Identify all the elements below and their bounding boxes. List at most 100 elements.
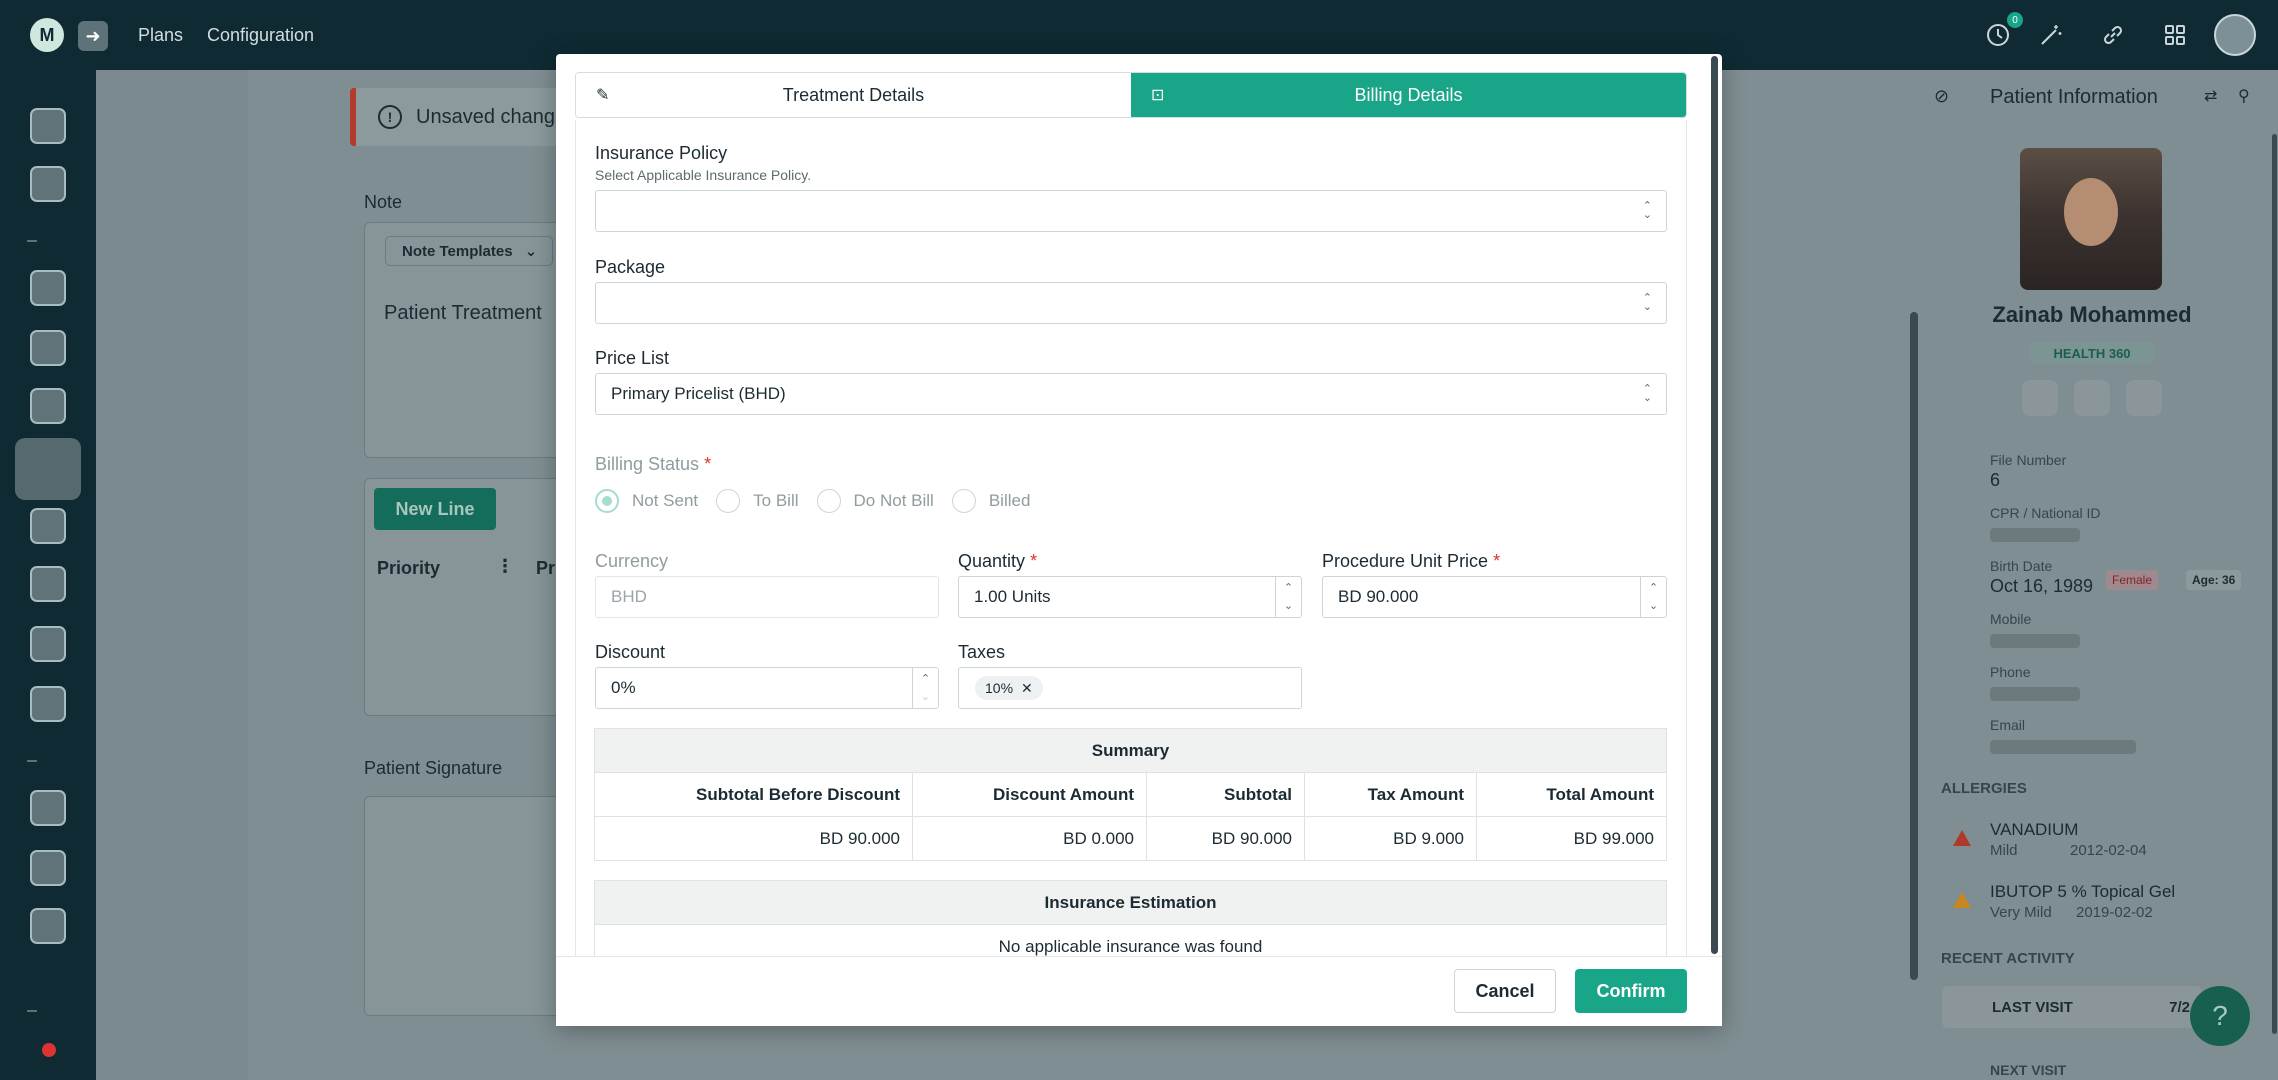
chevron-up-icon[interactable]: ⌃	[921, 670, 930, 688]
bell-icon[interactable]	[2126, 380, 2162, 416]
updown-chevron-icon: ⌃ ⌄	[1642, 200, 1652, 221]
discount-stepper-arrows[interactable]: ⌃ ⌄	[912, 668, 938, 708]
print-icon[interactable]	[2022, 380, 2058, 416]
quantity-label-text: Quantity	[958, 551, 1026, 571]
status-dot	[42, 1043, 56, 1057]
summary-value: BD 9.000	[1304, 816, 1477, 861]
chevron-down-icon: ⌄	[524, 243, 538, 260]
last-visit-label: LAST VISIT	[1992, 998, 2073, 1016]
column-menu-icon[interactable]: ⋮	[496, 556, 514, 577]
health-360-badge[interactable]: HEALTH 360	[2030, 342, 2154, 364]
analytics-icon[interactable]	[30, 850, 66, 886]
patient-name: Zainab Mohammed	[1992, 302, 2192, 327]
currency-field: BHD	[595, 576, 939, 618]
hide-panel-icon[interactable]: ⊘	[1934, 86, 1949, 107]
radio-billed-label[interactable]: Billed	[989, 491, 1031, 511]
note-text: Patient Treatment	[384, 302, 542, 324]
close-icon[interactable]: ✕	[1021, 680, 1033, 697]
user-settings-icon[interactable]: ⚲	[2238, 86, 2250, 106]
apps-grid-icon[interactable]	[2158, 18, 2192, 52]
radio-not-sent-label[interactable]: Not Sent	[632, 491, 698, 511]
link-icon[interactable]	[2096, 18, 2130, 52]
nav-plans[interactable]: Plans	[138, 0, 183, 70]
package-select[interactable]: ⌃ ⌄	[595, 282, 1667, 324]
insurance-icon[interactable]	[30, 566, 66, 602]
unsaved-text: Unsaved chang	[416, 105, 555, 128]
unit-price-stepper-arrows[interactable]: ⌃ ⌄	[1640, 577, 1666, 617]
discount-stepper[interactable]: 0% ⌃ ⌄	[595, 667, 939, 709]
required-mark: *	[704, 454, 712, 474]
mobile-value-hidden	[1990, 634, 2080, 648]
insurance-policy-select[interactable]: ⌃ ⌄	[595, 190, 1667, 232]
signature-pad[interactable]	[364, 796, 564, 1016]
unit-price-label-text: Procedure Unit Price	[1322, 551, 1489, 571]
radio-to-bill-label[interactable]: To Bill	[753, 491, 798, 511]
summary-value: BD 0.000	[912, 816, 1147, 861]
reports-icon[interactable]	[30, 790, 66, 826]
price-list-select[interactable]: Primary Pricelist (BHD) ⌃ ⌄	[595, 373, 1667, 415]
history-icon[interactable]	[2074, 380, 2110, 416]
allergy-severity-icon	[1953, 892, 1971, 908]
taxes-multiselect[interactable]: 10% ✕	[958, 667, 1302, 709]
summary-header: Subtotal Before Discount	[594, 772, 913, 817]
chevron-down-icon: ⌄	[920, 691, 931, 703]
confirm-button[interactable]: Confirm	[1575, 969, 1687, 1013]
user-avatar[interactable]	[2214, 14, 2256, 56]
radio-do-not-bill-label[interactable]: Do Not Bill	[854, 491, 934, 511]
radio-not-sent[interactable]	[595, 489, 619, 513]
radio-billed[interactable]	[951, 489, 976, 513]
inventory-icon[interactable]	[30, 626, 66, 662]
allergy-severity: Very Mild	[1990, 904, 2052, 921]
records-icon[interactable]	[30, 388, 66, 424]
last-visit-card[interactable]: LAST VISIT 7/2	[1942, 986, 2202, 1028]
chevron-up-icon[interactable]: ⌃	[1649, 579, 1658, 597]
page-scrollbar[interactable]	[1910, 312, 1918, 980]
radio-to-bill[interactable]	[716, 489, 741, 513]
treatment-icon[interactable]	[30, 330, 66, 366]
file-number-label: File Number	[1990, 452, 2067, 468]
chevron-down-icon[interactable]: ⌄	[1284, 597, 1293, 615]
dashboard-icon[interactable]	[30, 108, 66, 144]
help-button[interactable]: ?	[2190, 986, 2250, 1046]
recent-activity-heading: RECENT ACTIVITY	[1941, 950, 2075, 967]
file-number-value: 6	[1990, 470, 2001, 490]
left-sidebar	[0, 70, 96, 1080]
expand-sidebar-button[interactable]: ➜	[78, 21, 108, 51]
price-list-value: Primary Pricelist (BHD)	[611, 384, 786, 403]
app-logo[interactable]: M	[30, 18, 64, 52]
email-value-hidden	[1990, 740, 2136, 754]
new-line-button[interactable]: New Line	[374, 488, 496, 530]
chevron-down-icon[interactable]: ⌄	[1649, 597, 1658, 615]
cancel-button[interactable]: Cancel	[1454, 969, 1556, 1013]
note-templates-dropdown[interactable]: Note Templates ⌄	[385, 236, 553, 266]
lab-icon[interactable]	[30, 686, 66, 722]
radio-do-not-bill[interactable]	[816, 489, 841, 513]
magic-wand-icon[interactable]	[2034, 18, 2068, 52]
required-mark: *	[1493, 551, 1501, 571]
allergies-heading: ALLERGIES	[1941, 780, 2027, 797]
chevron-up-icon[interactable]: ⌃	[1284, 579, 1293, 597]
patients-icon[interactable]	[30, 166, 66, 202]
tab-billing-details[interactable]: ⊡ Billing Details	[1131, 73, 1686, 117]
billing-icon[interactable]	[30, 508, 66, 544]
quantity-stepper[interactable]: 1.00 Units ⌃ ⌄	[958, 576, 1302, 618]
cpr-value-hidden	[1990, 528, 2080, 542]
summary-header: Tax Amount	[1304, 772, 1477, 817]
patient-panel-title: Patient Information	[1990, 86, 2158, 108]
tab-treatment-details[interactable]: ✎ Treatment Details	[576, 73, 1131, 117]
phone-label: Phone	[1990, 664, 2031, 680]
nav-configuration[interactable]: Configuration	[207, 0, 314, 70]
calendar-icon[interactable]	[30, 270, 66, 306]
alert-icon: !	[378, 105, 402, 129]
billing-status-text: Billing Status	[595, 454, 700, 474]
unit-price-stepper[interactable]: BD 90.000 ⌃ ⌄	[1322, 576, 1667, 618]
modal-scrollbar[interactable]	[1711, 56, 1718, 954]
quantity-stepper-arrows[interactable]: ⌃ ⌄	[1275, 577, 1301, 617]
taxes-label: Taxes	[958, 642, 1006, 662]
allergy-name: VANADIUM	[1990, 820, 2079, 839]
settings-icon[interactable]	[30, 908, 66, 944]
panel-scrollbar[interactable]	[2272, 134, 2277, 1034]
cpr-label: CPR / National ID	[1990, 505, 2101, 521]
swap-icon[interactable]: ⇄	[2204, 86, 2217, 106]
clinical-notes-icon[interactable]	[15, 438, 81, 500]
